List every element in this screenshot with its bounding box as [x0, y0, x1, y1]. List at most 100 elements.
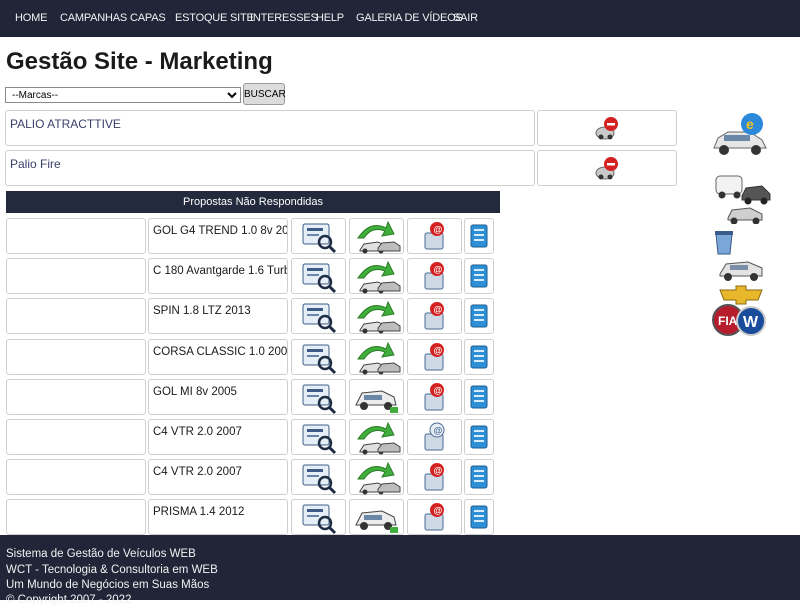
footer-line: Um Mundo de Negócios em Suas Mãos	[6, 579, 210, 591]
search-document-icon[interactable]	[299, 339, 339, 375]
notes-cell	[464, 379, 494, 415]
status-cell	[349, 499, 404, 535]
view-proposal-cell	[291, 379, 346, 415]
notepad-icon[interactable]	[466, 301, 492, 331]
notepad-icon[interactable]	[466, 462, 492, 492]
brand-select[interactable]: --Marcas--	[5, 87, 241, 103]
top-navigation: HOME CAMPANHAS CAPAS ESTOQUE SITE INTERE…	[0, 0, 800, 37]
cars-green-arrow-icon[interactable]	[352, 419, 402, 455]
car-internet-icon[interactable]: e	[710, 108, 770, 160]
view-proposal-cell	[291, 419, 346, 455]
notepad-icon[interactable]	[466, 382, 492, 412]
mail-red-icon[interactable]: @	[421, 500, 449, 534]
status-cell	[349, 298, 404, 334]
svg-text:e: e	[746, 116, 754, 132]
search-document-icon[interactable]	[299, 499, 339, 535]
cars-green-arrow-icon[interactable]	[352, 298, 402, 334]
campaign-name[interactable]: PALIO ATRACTTIVE	[5, 110, 535, 146]
mail-cell: @	[407, 218, 462, 254]
nav-galeria-de-videos[interactable]: GALERIA DE VÍDEOS	[356, 0, 463, 37]
vehicle-name[interactable]: C 180 Avantgarde 1.6 Turbo	[148, 258, 288, 294]
proposals-header: Propostas Não Respondidas	[6, 191, 500, 213]
vehicle-name[interactable]: C4 VTR 2.0 2007	[148, 459, 288, 495]
nav-help[interactable]: HELP	[316, 0, 344, 37]
mail-red-icon[interactable]: @	[421, 259, 449, 293]
cars-green-arrow-icon[interactable]	[352, 459, 402, 495]
status-cell	[349, 339, 404, 375]
campaign-delete-cell	[537, 150, 677, 186]
search-document-icon[interactable]	[299, 379, 339, 415]
notes-cell	[464, 218, 494, 254]
nav-capas[interactable]: CAPAS	[130, 0, 166, 37]
search-document-icon[interactable]	[299, 459, 339, 495]
svg-text:@: @	[433, 225, 442, 235]
client-name-cell	[6, 298, 146, 334]
vehicle-name[interactable]: SPIN 1.8 LTZ 2013	[148, 298, 288, 334]
search-button[interactable]: BUSCAR	[243, 83, 286, 105]
svg-text:@: @	[433, 506, 442, 516]
vehicle-name[interactable]: C4 VTR 2.0 2007	[148, 419, 288, 455]
mail-cell: @	[407, 459, 462, 495]
nav-home[interactable]: HOME	[15, 0, 47, 37]
view-proposal-cell	[291, 218, 346, 254]
notes-cell	[464, 298, 494, 334]
cars-green-arrow-icon[interactable]	[352, 258, 402, 294]
mail-red-icon[interactable]: @	[421, 219, 449, 253]
notes-cell	[464, 419, 494, 455]
mail-cell: @	[407, 419, 462, 455]
brand-logos-icon[interactable]: FIAT W	[710, 284, 768, 338]
nav-estoque-site[interactable]: ESTOQUE SITE	[175, 0, 254, 37]
notes-cell	[464, 499, 494, 535]
mail-red-icon[interactable]: @	[421, 380, 449, 414]
client-name-cell	[6, 419, 146, 455]
car-trash-icon[interactable]	[712, 228, 764, 282]
svg-text:@: @	[433, 466, 442, 476]
nav-interesses[interactable]: INTERESSES	[250, 0, 318, 37]
svg-text:@: @	[433, 426, 442, 436]
notes-cell	[464, 339, 494, 375]
car-single-icon[interactable]	[352, 379, 402, 415]
client-name-cell	[6, 258, 146, 294]
mail-cell: @	[407, 379, 462, 415]
page-title: Gestão Site - Marketing	[6, 48, 273, 75]
notepad-icon[interactable]	[466, 342, 492, 372]
car-single-icon[interactable]	[352, 499, 402, 535]
footer-line: © Copyright 2007 - 2022	[6, 594, 132, 606]
search-document-icon[interactable]	[299, 298, 339, 334]
mail-cell: @	[407, 298, 462, 334]
footer: Sistema de Gestão de Veículos WEB WCT - …	[0, 535, 800, 606]
notepad-icon[interactable]	[466, 221, 492, 251]
client-name-cell	[6, 499, 146, 535]
nav-sair[interactable]: SAIR	[453, 0, 478, 37]
mail-red-icon[interactable]: @	[421, 460, 449, 494]
search-document-icon[interactable]	[299, 419, 339, 455]
campaign-delete-cell	[537, 110, 677, 146]
car-delete-icon[interactable]	[592, 153, 622, 183]
status-cell	[349, 218, 404, 254]
notepad-icon[interactable]	[466, 422, 492, 452]
notepad-icon[interactable]	[466, 502, 492, 532]
mail-blue-icon[interactable]: @	[421, 420, 449, 454]
mail-red-icon[interactable]: @	[421, 299, 449, 333]
client-name-cell	[6, 339, 146, 375]
client-name-cell	[6, 218, 146, 254]
search-document-icon[interactable]	[299, 218, 339, 254]
nav-campanhas[interactable]: CAMPANHAS	[60, 0, 127, 37]
car-delete-icon[interactable]	[592, 113, 622, 143]
vehicle-name[interactable]: GOL G4 TREND 1.0 8v 2009	[148, 218, 288, 254]
notepad-icon[interactable]	[466, 261, 492, 291]
campaign-name[interactable]: Palio Fire	[5, 150, 535, 186]
mail-cell: @	[407, 499, 462, 535]
cars-green-arrow-icon[interactable]	[352, 218, 402, 254]
search-document-icon[interactable]	[299, 258, 339, 294]
vehicle-name[interactable]: GOL MI 8v 2005	[148, 379, 288, 415]
car-group-icon[interactable]	[712, 170, 772, 224]
mail-red-icon[interactable]: @	[421, 340, 449, 374]
cars-green-arrow-icon[interactable]	[352, 339, 402, 375]
notes-cell	[464, 258, 494, 294]
svg-text:@: @	[433, 346, 442, 356]
vehicle-name[interactable]: CORSA CLASSIC 1.0 2004	[148, 339, 288, 375]
status-cell	[349, 258, 404, 294]
vehicle-name[interactable]: PRISMA 1.4 2012	[148, 499, 288, 535]
view-proposal-cell	[291, 298, 346, 334]
